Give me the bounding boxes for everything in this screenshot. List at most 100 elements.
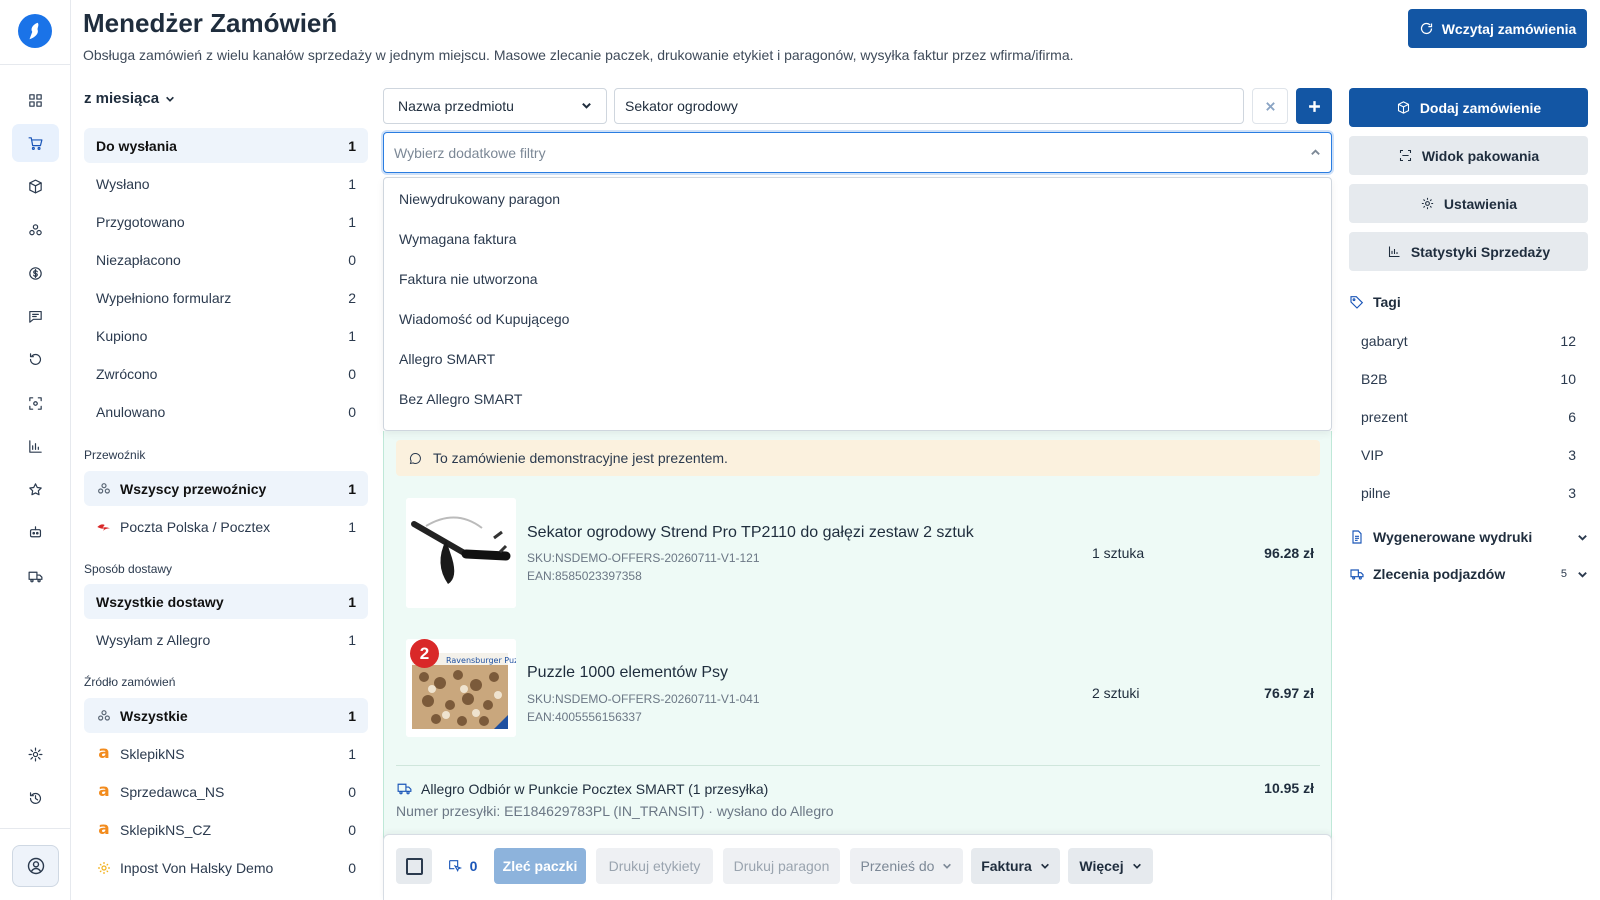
robot-icon[interactable] bbox=[12, 513, 59, 551]
print-receipt-button[interactable]: Drukuj paragon bbox=[723, 848, 840, 884]
product-image[interactable] bbox=[406, 498, 516, 608]
tag-count: 3 bbox=[1568, 485, 1576, 501]
invoice-dropdown[interactable]: Faktura bbox=[971, 848, 1060, 884]
move-to-dropdown[interactable]: Przenieś do bbox=[850, 848, 963, 884]
history-icon[interactable] bbox=[12, 779, 59, 817]
print-labels-button[interactable]: Drukuj etykiety bbox=[596, 848, 713, 884]
tag-item[interactable]: B2B 10 bbox=[1349, 364, 1588, 394]
shipping-label: Allegro Odbiór w Punkcie Pocztex SMART (… bbox=[421, 780, 769, 797]
cart-icon[interactable] bbox=[12, 124, 59, 162]
status-item[interactable]: Przygotowano 1 bbox=[84, 204, 368, 239]
app-logo[interactable] bbox=[18, 14, 52, 48]
status-count: 0 bbox=[348, 365, 356, 382]
sun-icon bbox=[96, 860, 112, 876]
order-parcels-button[interactable]: Zleć paczki bbox=[494, 848, 586, 884]
source-item[interactable]: a Sprzedawca_NS 0 bbox=[84, 774, 368, 809]
carrier-item[interactable]: Poczta Polska / Pocztex 1 bbox=[84, 509, 368, 544]
status-item[interactable]: Wysłano 1 bbox=[84, 166, 368, 201]
search-input[interactable] bbox=[614, 88, 1244, 124]
printouts-accordion[interactable]: Wygenerowane wydruki bbox=[1349, 529, 1588, 545]
status-item[interactable]: Wypełniono formularz 2 bbox=[84, 280, 368, 315]
settings-button[interactable]: Ustawienia bbox=[1349, 184, 1588, 223]
tag-count: 10 bbox=[1560, 371, 1576, 387]
selection-icon bbox=[448, 860, 462, 873]
box-icon[interactable] bbox=[12, 167, 59, 205]
product-title[interactable]: Sekator ogrodowy Strend Pro TP2110 do ga… bbox=[527, 524, 974, 542]
quantity-badge: 2 bbox=[410, 639, 439, 668]
status-label: Zwrócono bbox=[96, 365, 158, 382]
chevron-up-icon bbox=[1310, 145, 1321, 161]
tag-label: VIP bbox=[1361, 447, 1384, 463]
tag-item[interactable]: VIP 3 bbox=[1349, 440, 1588, 470]
rail-divider bbox=[0, 64, 70, 65]
source-label: SklepikNS_CZ bbox=[120, 821, 212, 838]
page-subtitle: Obsługa zamówień z wielu kanałów sprzeda… bbox=[83, 47, 1074, 63]
more-dropdown[interactable]: Więcej bbox=[1068, 848, 1153, 884]
status-item[interactable]: Anulowano 0 bbox=[84, 394, 368, 429]
network-icon[interactable] bbox=[12, 211, 59, 249]
source-item[interactable]: Wszystkie 1 bbox=[84, 698, 368, 733]
carrier-section-title: Przewoźnik bbox=[84, 448, 146, 462]
truck-icon bbox=[1350, 569, 1364, 580]
carrier-count: 1 bbox=[348, 480, 356, 497]
product-title[interactable]: Puzzle 1000 elementów Psy bbox=[527, 664, 728, 682]
product-price: 96.28 zł bbox=[1264, 545, 1314, 561]
source-item[interactable]: a SklepikNS 1 bbox=[84, 736, 368, 771]
packing-view-button[interactable]: Widok pakowania bbox=[1349, 136, 1588, 175]
filter-option[interactable]: Niewydrukowany paragon bbox=[399, 191, 560, 207]
product-qty: 1 sztuka bbox=[1092, 545, 1145, 561]
status-item[interactable]: Kupiono 1 bbox=[84, 318, 368, 353]
tracking-number[interactable]: Numer przesyłki: EE184629783PL (IN_TRANS… bbox=[396, 803, 834, 819]
scan-icon bbox=[1399, 149, 1411, 162]
chat-icon[interactable] bbox=[12, 297, 59, 335]
dashboard-icon[interactable] bbox=[12, 81, 59, 119]
source-count: 1 bbox=[348, 745, 356, 762]
period-dropdown[interactable]: z miesiąca bbox=[84, 90, 175, 107]
delivery-item[interactable]: Wysyłam z Allegro 1 bbox=[84, 622, 368, 657]
poczta-polska-icon bbox=[96, 519, 112, 535]
tag-item[interactable]: prezent 6 bbox=[1349, 402, 1588, 432]
sales-stats-button[interactable]: Statystyki Sprzedaży bbox=[1349, 232, 1588, 271]
filter-option[interactable]: Allegro SMART bbox=[399, 351, 495, 367]
user-icon[interactable] bbox=[12, 845, 59, 887]
clear-search-button[interactable] bbox=[1252, 88, 1288, 124]
carrier-item[interactable]: Wszyscy przewoźnicy 1 bbox=[84, 471, 368, 506]
tag-label: pilne bbox=[1361, 485, 1391, 501]
settings-icon[interactable] bbox=[12, 735, 59, 773]
delivery-item[interactable]: Wszystkie dostawy 1 bbox=[84, 584, 368, 619]
filter-option[interactable]: Faktura nie utworzona bbox=[399, 271, 538, 287]
filter-option[interactable]: Bez Allegro SMART bbox=[399, 391, 522, 407]
refresh-icon[interactable] bbox=[12, 340, 59, 378]
selected-count[interactable]: 0 bbox=[442, 848, 482, 884]
allegro-icon: a bbox=[98, 781, 110, 801]
scan-icon[interactable] bbox=[12, 384, 59, 422]
dollar-icon[interactable] bbox=[12, 254, 59, 292]
add-order-button[interactable]: Dodaj zamówienie bbox=[1349, 88, 1588, 127]
add-filter-button[interactable] bbox=[1296, 88, 1332, 124]
chevron-down-icon bbox=[1040, 863, 1049, 869]
source-item[interactable]: a SklepikNS_CZ 0 bbox=[84, 812, 368, 847]
filter-option[interactable]: Wiadomość od Kupującego bbox=[399, 311, 569, 327]
chevron-down-icon bbox=[1578, 534, 1587, 541]
status-item[interactable]: Do wysłania 1 bbox=[84, 128, 368, 163]
search-field-value: Nazwa przedmiotu bbox=[398, 98, 514, 114]
filter-option[interactable]: Wymagana faktura bbox=[399, 231, 516, 247]
search-field-select[interactable]: Nazwa przedmiotu bbox=[383, 88, 607, 124]
source-label: SklepikNS bbox=[120, 745, 185, 762]
pickups-accordion[interactable]: Zlecenia podjazdów 5 bbox=[1349, 566, 1588, 582]
star-icon[interactable] bbox=[12, 470, 59, 508]
tag-item[interactable]: gabaryt 12 bbox=[1349, 326, 1588, 356]
status-item[interactable]: Niezapłacono 0 bbox=[84, 242, 368, 277]
allegro-icon: a bbox=[98, 743, 110, 763]
additional-filters-select[interactable]: Wybierz dodatkowe filtry bbox=[383, 132, 1332, 173]
select-all-checkbox[interactable] bbox=[396, 848, 432, 884]
puzzle-box-text: Ravensburger Puzzle bbox=[446, 656, 516, 665]
truck-icon[interactable] bbox=[12, 557, 59, 595]
status-item[interactable]: Zwrócono 0 bbox=[84, 356, 368, 391]
source-item[interactable]: Inpost Von Halsky Demo 0 bbox=[84, 850, 368, 885]
box-icon bbox=[1397, 101, 1409, 114]
chart-icon[interactable] bbox=[12, 427, 59, 465]
tag-item[interactable]: pilne 3 bbox=[1349, 478, 1588, 508]
chevron-down-icon bbox=[1578, 571, 1587, 578]
load-orders-button[interactable]: Wczytaj zamówienia bbox=[1408, 9, 1587, 48]
